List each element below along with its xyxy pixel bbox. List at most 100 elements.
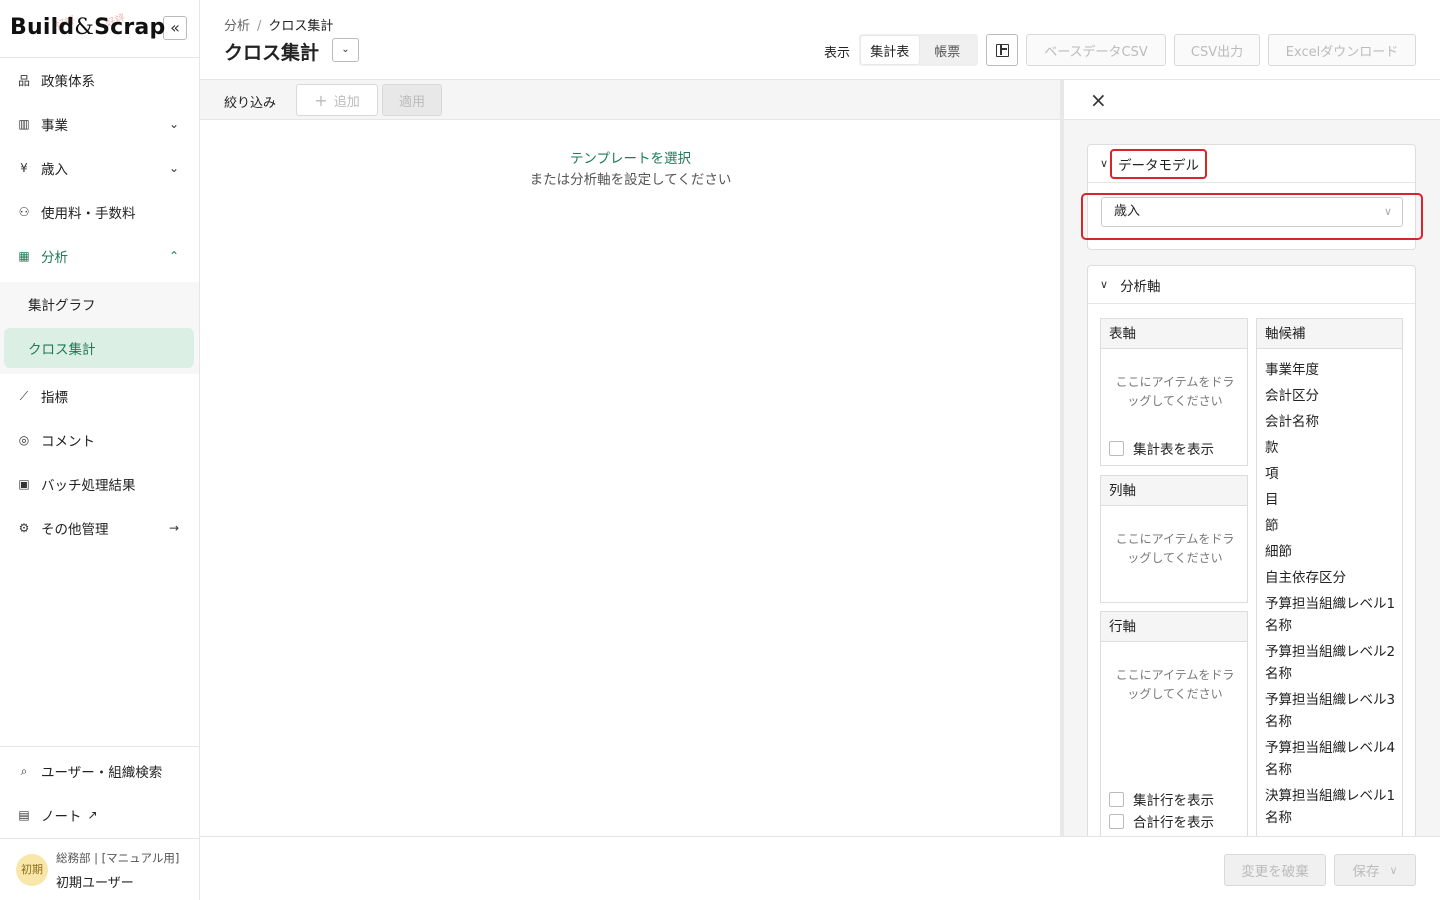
double-chevron-left-icon: « [170, 18, 180, 37]
template-dropdown-button[interactable]: ⌄ [332, 38, 359, 62]
axis-candidate-item[interactable]: 款 [1265, 435, 1402, 461]
axis-candidate-item[interactable]: 自主依存区分 [1265, 565, 1402, 591]
axis-candidate-item[interactable]: 会計名称 [1265, 409, 1402, 435]
terminal-icon: ▣ [18, 477, 30, 491]
csv-export-button[interactable]: CSV出力 [1174, 34, 1260, 66]
sidebar-item-analysis[interactable]: ▦ 分析 ⌃ [0, 238, 199, 274]
sidebar-item-comments[interactable]: ◎ コメント [0, 422, 199, 458]
axis-candidate-item[interactable]: 予算担当組織レベル1名称 [1265, 591, 1402, 639]
chevron-down-icon: ∨ [1100, 157, 1109, 170]
sidebar-item-notes[interactable]: ▤ ノート ↗ [0, 797, 199, 833]
analysis-axis-header[interactable]: ∨ 分析軸 [1088, 266, 1415, 304]
sidebar-item-policy[interactable]: 品 政策体系 [0, 62, 199, 98]
axis-candidates-title: 軸候補 [1257, 319, 1402, 349]
sidebar-subitem-cross-tab[interactable]: クロス集計 [4, 328, 194, 368]
chevron-up-icon: ⌃ [168, 249, 179, 263]
checkbox-box [1109, 813, 1124, 829]
sidebar-item-label: その他管理 [41, 522, 109, 538]
chevron-down-icon: ⌄ [341, 44, 350, 55]
axis-candidate-item[interactable]: 事業年度 [1265, 357, 1402, 383]
discard-changes-button[interactable]: 変更を破棄 [1224, 854, 1326, 886]
user-name: 初期ユーザー [56, 876, 134, 891]
row-axis-title: 行軸 [1101, 612, 1247, 642]
user-profile[interactable]: 初期 総務部 | [マニュアル用] 初期ユーザー [0, 838, 199, 900]
gear-icon: ⚙ [18, 521, 30, 535]
save-button[interactable]: 保存 ∨ [1334, 854, 1416, 886]
drop-hint: ここにアイテムをドラッグしてください [1115, 532, 1235, 565]
sidebar-item-other-admin[interactable]: ⚙ その他管理 → [0, 510, 199, 546]
show-summary-table-checkbox[interactable]: 集計表を表示 [1109, 438, 1214, 458]
page-footer: 変更を破棄 保存 ∨ [200, 836, 1440, 900]
apply-filter-button[interactable]: 適用 [382, 84, 442, 116]
sidebar-item-revenue[interactable]: ¥ 歳入 ⌄ [0, 150, 199, 186]
breadcrumb-item-analysis[interactable]: 分析 [224, 19, 250, 34]
axis-candidate-item[interactable]: 予算担当組織レベル2名称 [1265, 639, 1402, 687]
sidebar-item-label: コメント [41, 434, 95, 450]
sidebar-item-label: 集計グラフ [28, 298, 96, 314]
table-axis-title: 表軸 [1101, 319, 1247, 349]
column-axis-dropzone[interactable]: 列軸 ここにアイテムをドラッグしてください [1100, 475, 1248, 603]
sidebar-item-label: 事業 [41, 118, 68, 134]
external-link-icon: ↗ [87, 808, 98, 822]
sidebar-item-label: 政策体系 [41, 74, 95, 90]
sidebar-subitem-aggregate-graph[interactable]: 集計グラフ [4, 284, 194, 324]
sidebar-item-batch-results[interactable]: ▣ バッチ処理結果 [0, 466, 199, 502]
axis-candidate-item[interactable]: 細節 [1265, 539, 1402, 565]
sidebar-item-projects[interactable]: ▥ 事業 ⌄ [0, 106, 199, 142]
data-model-title: データモデル [1110, 148, 1208, 179]
axis-candidate-item[interactable]: 会計区分 [1265, 383, 1402, 409]
row-axis-dropzone[interactable]: 行軸 ここにアイテムをドラッグしてください 集計行を表示 合計行を表示 [1100, 611, 1248, 836]
book-icon: ▤ [18, 808, 30, 822]
toggle-panel-button[interactable] [986, 34, 1018, 66]
add-filter-label: 追加 [333, 94, 360, 110]
highlight-box [1081, 193, 1423, 240]
sidebar-item-label: 分析 [41, 250, 68, 266]
axis-candidate-item[interactable]: 項 [1265, 461, 1402, 487]
data-model-header[interactable]: ∨ データモデル [1088, 145, 1415, 183]
sidebar-item-fees[interactable]: ⚇ 使用料・手数料 [0, 194, 199, 230]
breadcrumb-separator: / [257, 19, 262, 34]
sidebar-item-label: バッチ処理結果 [41, 478, 136, 494]
axis-candidates: 事業年度 会計区分 会計名称款項目節細節 自主依存区分 予算担当組織レベル1名称 予算担当… [1265, 357, 1402, 836]
sidebar: 好評 好評 Build&Scrap « 品 政策体系 ▥ 事業 ⌄ ¥ 歳入 ⌄… [0, 0, 200, 900]
app-logo[interactable]: 好評 好評 Build&Scrap [10, 10, 165, 46]
add-filter-button[interactable]: + 追加 [296, 84, 378, 116]
display-label: 表示 [824, 46, 851, 61]
collapse-sidebar-button[interactable]: « [163, 16, 187, 40]
show-subtotal-rows-checkbox[interactable]: 集計行を表示 [1109, 789, 1214, 809]
axis-candidate-item[interactable]: 目 [1265, 487, 1402, 513]
sidebar-item-label: ノート [41, 809, 82, 825]
page-title: クロス集計 [224, 42, 320, 64]
analysis-icon: ▦ [18, 249, 30, 263]
base-data-csv-button[interactable]: ベースデータCSV [1026, 34, 1166, 66]
axis-candidate-item[interactable]: 予算担当組織レベル3名称 [1265, 687, 1402, 735]
checkbox-box [1109, 791, 1124, 807]
plus-icon: + [314, 90, 328, 110]
analysis-axis-title: 分析軸 [1120, 278, 1161, 295]
trend-line-icon: ⟋ [19, 388, 29, 403]
avatar: 初期 [16, 854, 48, 886]
display-option-report[interactable]: 帳票 [919, 36, 977, 64]
excel-download-button[interactable]: Excelダウンロード [1268, 34, 1416, 66]
logo-text: Build [10, 15, 75, 40]
close-icon[interactable]: × [1090, 88, 1107, 112]
panel-toolbar: × [1064, 80, 1440, 120]
breadcrumb: 分析 / クロス集計 [224, 15, 333, 34]
checkbox-label: 集計行を表示 [1133, 793, 1214, 809]
sidebar-item-user-search[interactable]: ⌕ ユーザー・組織検索 [0, 753, 199, 789]
axis-candidate-item[interactable]: 決算担当組織レベル1名称 [1265, 783, 1402, 831]
chevron-down-icon: ∨ [1389, 863, 1398, 877]
sidebar-item-indicators[interactable]: ⟋ 指標 [0, 378, 199, 414]
select-template-link[interactable]: テンプレートを選択 [200, 147, 1061, 167]
axis-candidate-item[interactable]: 予算担当組織レベル4名称 [1265, 735, 1402, 783]
axis-candidate-item[interactable]: 節 [1265, 513, 1402, 539]
settings-panel: × ∨ データモデル 歳入 ∨ ∨ 分析軸 表軸 ここにアイテムをドラッグしてく… [1064, 80, 1440, 836]
chevron-down-icon: ⌄ [168, 161, 179, 175]
arrow-right-icon: → [168, 521, 179, 535]
display-option-summary-table[interactable]: 集計表 [861, 36, 919, 64]
checkbox-box [1109, 440, 1124, 456]
analysis-axis-card: ∨ 分析軸 表軸 ここにアイテムをドラッグしてください 集計表を表示 列軸 ここ… [1087, 265, 1416, 836]
table-axis-dropzone[interactable]: 表軸 ここにアイテムをドラッグしてください 集計表を表示 [1100, 318, 1248, 466]
show-total-rows-checkbox[interactable]: 合計行を表示 [1109, 811, 1214, 831]
chevron-down-icon: ∨ [1100, 278, 1109, 291]
